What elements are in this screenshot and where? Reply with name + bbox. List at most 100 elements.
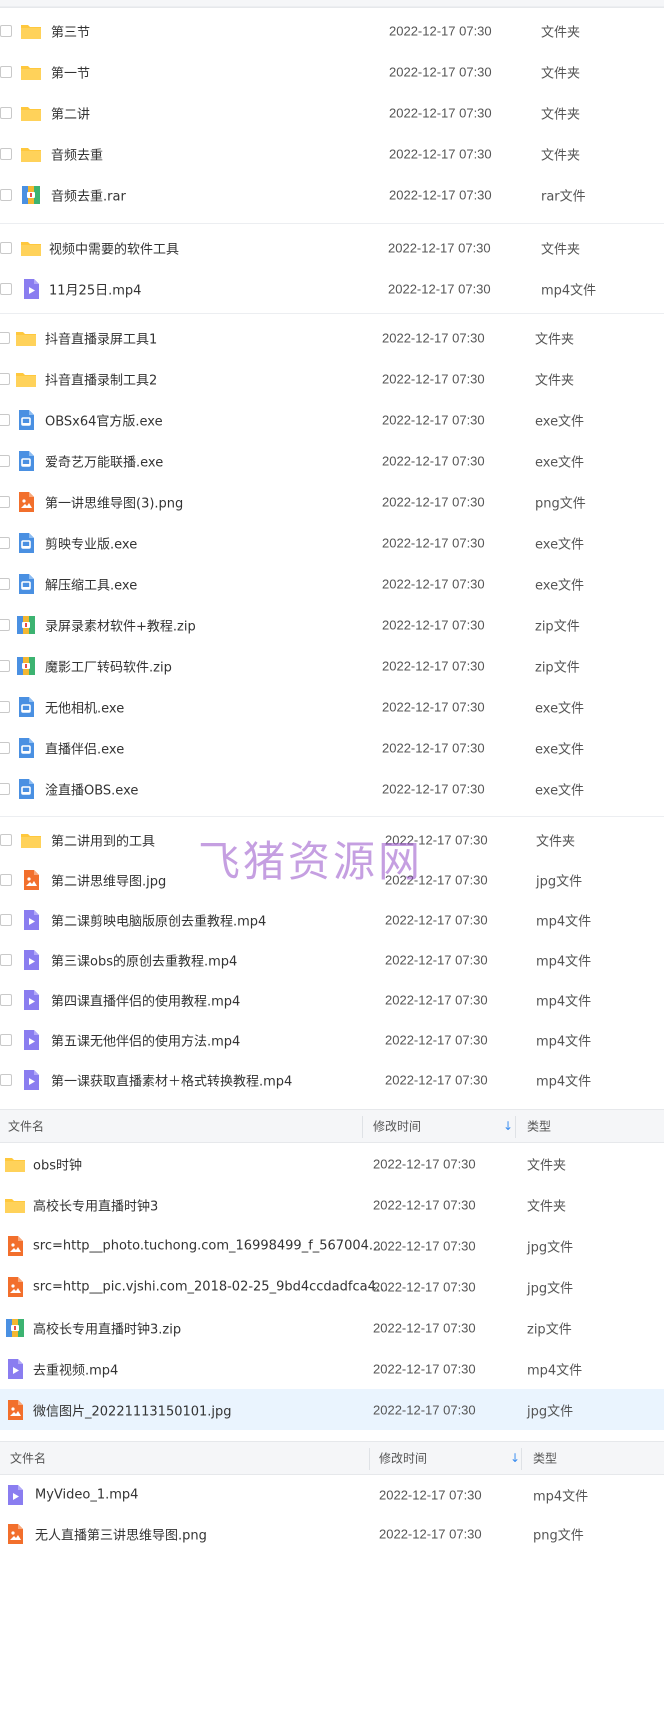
row-checkbox[interactable] [0, 874, 12, 886]
file-row[interactable]: obs时钟 2022-12-17 07:30 文件夹 [0, 1143, 664, 1184]
file-name[interactable]: 第二讲思维导图.jpg [51, 871, 166, 890]
column-header-modified-time[interactable]: 修改时间 [379, 1450, 427, 1467]
file-row[interactable]: 第四课直播伴侣的使用教程.mp4 2022-12-17 07:30 mp4文件 [0, 980, 664, 1020]
file-row[interactable]: 音频去重.rar 2022-12-17 07:30 rar文件 [0, 174, 664, 215]
file-row[interactable]: MyVideo_1.mp4 2022-12-17 07:30 mp4文件 [0, 1475, 664, 1514]
file-name[interactable]: 爱奇艺万能联播.exe [45, 451, 163, 470]
file-row[interactable]: 11月25日.mp4 2022-12-17 07:30 mp4文件 [0, 268, 664, 309]
file-row[interactable]: 视频中需要的软件工具 2022-12-17 07:30 文件夹 [0, 227, 664, 268]
row-checkbox[interactable] [0, 618, 10, 631]
row-checkbox[interactable] [0, 147, 12, 160]
file-name[interactable]: src=http__photo.tuchong.com_16998499_f_5… [33, 1238, 381, 1253]
file-row[interactable]: 第二讲 2022-12-17 07:30 文件夹 [0, 92, 664, 133]
file-name[interactable]: 第五课无他伴侣的使用方法.mp4 [51, 1031, 240, 1050]
file-name[interactable]: 无他相机.exe [45, 697, 124, 716]
file-row[interactable]: 抖音直播录制工具2 2022-12-17 07:30 文件夹 [0, 358, 664, 399]
file-row[interactable]: 第一节 2022-12-17 07:30 文件夹 [0, 51, 664, 92]
file-name[interactable]: 第一节 [51, 62, 90, 81]
column-header-name[interactable]: 文件名 [8, 1118, 44, 1135]
row-checkbox[interactable] [0, 413, 10, 426]
file-name[interactable]: obs时钟 [33, 1154, 82, 1173]
row-checkbox[interactable] [0, 954, 12, 966]
file-name[interactable]: 音频去重.rar [51, 185, 126, 204]
file-name[interactable]: 录屏录素材软件+教程.zip [45, 615, 196, 634]
row-checkbox[interactable] [0, 834, 12, 846]
file-name[interactable]: 魔影工厂转码软件.zip [45, 656, 172, 675]
file-name[interactable]: 高校长专用直播时钟3 [33, 1195, 158, 1214]
file-row[interactable]: 抖音直播录屏工具1 2022-12-17 07:30 文件夹 [0, 317, 664, 358]
file-row[interactable]: 第二课剪映电脑版原创去重教程.mp4 2022-12-17 07:30 mp4文件 [0, 900, 664, 940]
column-divider[interactable] [521, 1448, 522, 1470]
row-checkbox[interactable] [0, 331, 10, 344]
file-row[interactable]: 去重视频.mp4 2022-12-17 07:30 mp4文件 [0, 1348, 664, 1389]
column-header-name[interactable]: 文件名 [10, 1450, 46, 1467]
file-row[interactable]: 录屏录素材软件+教程.zip 2022-12-17 07:30 zip文件 [0, 604, 664, 645]
row-checkbox[interactable] [0, 65, 12, 78]
column-divider[interactable] [515, 1116, 516, 1138]
row-checkbox[interactable] [0, 241, 12, 254]
row-checkbox[interactable] [0, 994, 12, 1006]
file-name[interactable]: OBSx64官方版.exe [45, 410, 163, 429]
row-checkbox[interactable] [0, 659, 10, 672]
row-checkbox[interactable] [0, 700, 10, 713]
file-row[interactable]: 第五课无他伴侣的使用方法.mp4 2022-12-17 07:30 mp4文件 [0, 1020, 664, 1060]
file-name[interactable]: 音频去重 [51, 144, 103, 163]
file-row[interactable]: 第三课obs的原创去重教程.mp4 2022-12-17 07:30 mp4文件 [0, 940, 664, 980]
row-checkbox[interactable] [0, 24, 12, 37]
row-checkbox[interactable] [0, 782, 10, 795]
file-row[interactable]: 高校长专用直播时钟3 2022-12-17 07:30 文件夹 [0, 1184, 664, 1225]
row-checkbox[interactable] [0, 1074, 12, 1086]
sort-arrow-icon[interactable]: ↓ [510, 1451, 520, 1465]
row-checkbox[interactable] [0, 454, 10, 467]
row-checkbox[interactable] [0, 1034, 12, 1046]
file-row[interactable]: src=http__photo.tuchong.com_16998499_f_5… [0, 1225, 664, 1266]
row-checkbox[interactable] [0, 741, 10, 754]
row-checkbox[interactable] [0, 372, 10, 385]
file-row[interactable]: 微信图片_20221113150101.jpg 2022-12-17 07:30 j… [0, 1389, 664, 1430]
column-header-type[interactable]: 类型 [533, 1450, 557, 1467]
file-row[interactable]: 爱奇艺万能联播.exe 2022-12-17 07:30 exe文件 [0, 440, 664, 481]
file-name[interactable]: 第一课获取直播素材＋格式转换教程.mp4 [51, 1071, 292, 1090]
file-name[interactable]: 第一讲思维导图(3).png [45, 492, 183, 511]
file-row[interactable]: 剪映专业版.exe 2022-12-17 07:30 exe文件 [0, 522, 664, 563]
file-name[interactable]: 微信图片_20221113150101.jpg [33, 1400, 232, 1419]
row-checkbox[interactable] [0, 106, 12, 119]
file-row[interactable]: 第一讲思维导图(3).png 2022-12-17 07:30 png文件 [0, 481, 664, 522]
row-checkbox[interactable] [0, 536, 10, 549]
file-name[interactable]: 视频中需要的软件工具 [49, 238, 179, 257]
file-name[interactable]: 第三课obs的原创去重教程.mp4 [51, 951, 237, 970]
file-row[interactable]: 直播伴侣.exe 2022-12-17 07:30 exe文件 [0, 727, 664, 768]
file-name[interactable]: 第三节 [51, 21, 90, 40]
sort-arrow-icon[interactable]: ↓ [503, 1119, 513, 1133]
file-row[interactable]: 魔影工厂转码软件.zip 2022-12-17 07:30 zip文件 [0, 645, 664, 686]
file-name[interactable]: 第四课直播伴侣的使用教程.mp4 [51, 991, 240, 1010]
file-row[interactable]: 第三节 2022-12-17 07:30 文件夹 [0, 10, 664, 51]
row-checkbox[interactable] [0, 188, 12, 201]
file-row[interactable]: 音频去重 2022-12-17 07:30 文件夹 [0, 133, 664, 174]
file-name[interactable]: 第二课剪映电脑版原创去重教程.mp4 [51, 911, 266, 930]
file-row[interactable]: 淦直播OBS.exe 2022-12-17 07:30 exe文件 [0, 768, 664, 809]
file-name[interactable]: 抖音直播录屏工具1 [45, 328, 157, 347]
file-row[interactable]: 高校长专用直播时钟3.zip 2022-12-17 07:30 zip文件 [0, 1307, 664, 1348]
row-checkbox[interactable] [0, 577, 10, 590]
column-divider[interactable] [362, 1116, 363, 1138]
row-checkbox[interactable] [0, 495, 10, 508]
file-name[interactable]: 11月25日.mp4 [49, 279, 141, 298]
file-name[interactable]: 抖音直播录制工具2 [45, 369, 157, 388]
file-name[interactable]: 去重视频.mp4 [33, 1359, 118, 1378]
file-name[interactable]: MyVideo_1.mp4 [35, 1487, 138, 1502]
file-name[interactable]: 淦直播OBS.exe [45, 779, 138, 798]
file-name[interactable]: 剪映专业版.exe [45, 533, 137, 552]
file-name[interactable]: 直播伴侣.exe [45, 738, 124, 757]
file-row[interactable]: OBSx64官方版.exe 2022-12-17 07:30 exe文件 [0, 399, 664, 440]
file-name[interactable]: 高校长专用直播时钟3.zip [33, 1318, 181, 1337]
file-row[interactable]: 解压缩工具.exe 2022-12-17 07:30 exe文件 [0, 563, 664, 604]
column-header-type[interactable]: 类型 [527, 1118, 551, 1135]
file-name[interactable]: src=http__pic.vjshi.com_2018-02-25_9bd4c… [33, 1279, 388, 1294]
row-checkbox[interactable] [0, 282, 12, 295]
file-row[interactable]: 无他相机.exe 2022-12-17 07:30 exe文件 [0, 686, 664, 727]
column-divider[interactable] [369, 1448, 370, 1470]
file-name[interactable]: 第二讲用到的工具 [51, 831, 155, 850]
file-row[interactable]: src=http__pic.vjshi.com_2018-02-25_9bd4c… [0, 1266, 664, 1307]
file-name[interactable]: 无人直播第三讲思维导图.png [35, 1524, 207, 1543]
